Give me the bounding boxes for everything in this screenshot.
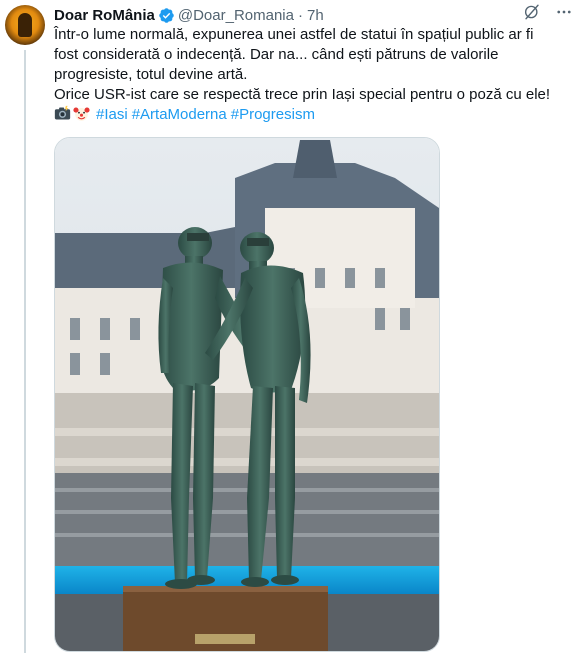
clown-face-icon (73, 107, 90, 121)
tweet-header: Doar RoMânia @Doar_Romania · 7h (54, 5, 324, 25)
tweet[interactable]: Doar RoMânia @Doar_Romania · 7h Într-o l… (0, 0, 583, 653)
tweet-line: Într-o lume normală, expunerea unei astf… (54, 26, 534, 43)
tweet-line: progresiste, totul devine artă. (54, 66, 248, 83)
tweet-text: Într-o lume normală, expunerea unei astf… (54, 25, 569, 125)
author-name[interactable]: Doar RoMânia (54, 7, 155, 24)
hashtag-link[interactable]: #Progresism (231, 106, 315, 123)
hashtag-link[interactable]: #Iasi (96, 106, 128, 123)
tweet-line: fost considerată o indecență. Dar na... … (54, 46, 499, 63)
thread-line (24, 50, 26, 653)
grok-icon[interactable] (523, 3, 541, 21)
statue-photo[interactable] (54, 137, 440, 652)
avatar-figure (18, 13, 32, 37)
tweet-time[interactable]: 7h (307, 7, 324, 24)
more-icon[interactable] (555, 3, 573, 21)
camera-with-flash-icon (54, 105, 71, 120)
avatar[interactable] (5, 5, 45, 45)
header-actions (523, 3, 573, 21)
tweet-line: Orice USR-ist care se respectă trece pri… (54, 86, 551, 103)
separator-dot: · (297, 6, 303, 24)
photo-illustration (55, 138, 439, 651)
hashtag-link[interactable]: #ArtaModerna (132, 106, 227, 123)
verified-badge-icon (159, 7, 174, 23)
author-handle[interactable]: @Doar_Romania (178, 7, 294, 24)
emoji-hashtag-line: #Iasi #ArtaModerna #Progresism (54, 105, 569, 125)
